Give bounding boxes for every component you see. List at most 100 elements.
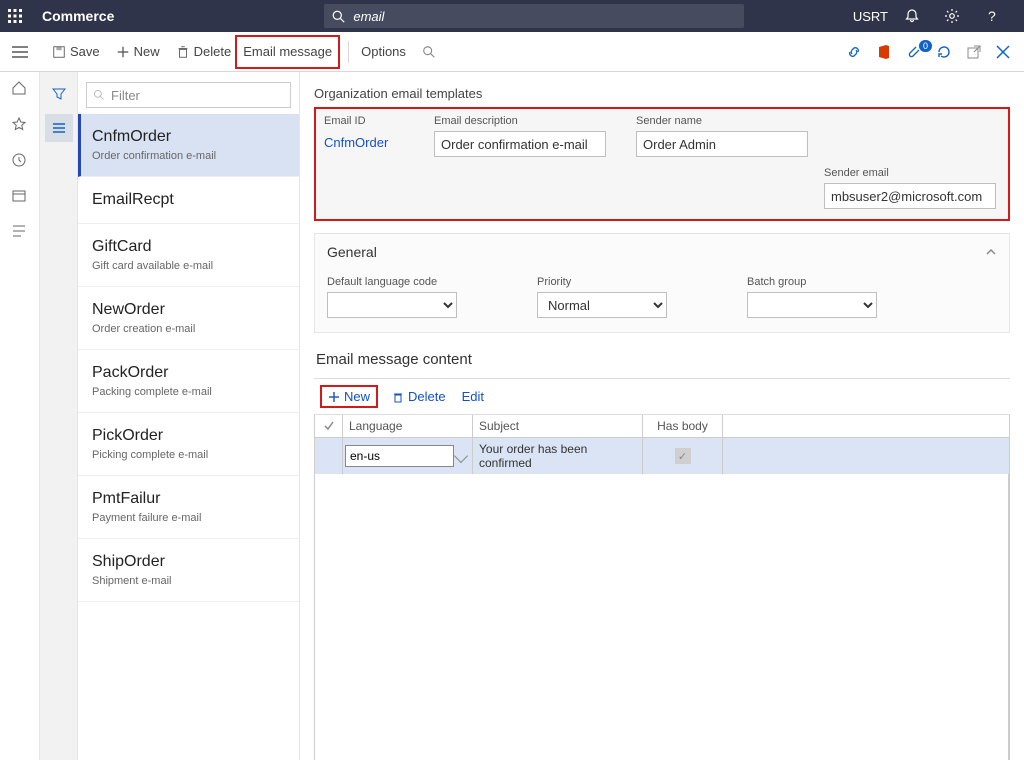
list-item[interactable]: EmailRecpt [78, 177, 299, 224]
star-icon[interactable] [11, 116, 29, 134]
grid-body-empty [315, 474, 1009, 760]
user-code[interactable]: USRT [853, 9, 888, 24]
field-default-language: Default language code [327, 276, 457, 318]
list-item[interactable]: NewOrder Order creation e-mail [78, 287, 299, 350]
workspace-icon[interactable] [11, 188, 29, 206]
funnel-icon[interactable] [45, 80, 73, 108]
svg-text:?: ? [988, 8, 996, 24]
plus-icon [328, 391, 340, 403]
select-all-checkbox[interactable] [315, 415, 343, 437]
link-icon[interactable] [846, 44, 866, 60]
filter-placeholder: Filter [111, 88, 140, 103]
gear-icon[interactable] [944, 8, 968, 24]
list-item-subtitle: Order creation e-mail [92, 323, 287, 335]
home-icon[interactable] [11, 80, 29, 98]
help-icon[interactable]: ? [984, 8, 1008, 24]
col-subject[interactable]: Subject [473, 415, 643, 437]
list-item[interactable]: PmtFailur Payment failure e-mail [78, 476, 299, 539]
refresh-icon[interactable] [936, 44, 956, 60]
field-priority: Priority Normal [537, 276, 667, 318]
batch-group-select[interactable] [747, 292, 877, 318]
subject-cell[interactable]: Your order has been confirmed [473, 438, 643, 474]
grid-delete-button[interactable]: Delete [390, 387, 448, 406]
template-list-panel: Filter CnfmOrderOrder confirmation e-mai… [78, 72, 300, 760]
list-view-icon[interactable] [45, 114, 73, 142]
email-message-button-highlight: Email message [235, 35, 340, 69]
plus-icon [116, 45, 130, 59]
filter-input[interactable]: Filter [86, 82, 291, 108]
list-item[interactable]: ShipOrder Shipment e-mail [78, 539, 299, 602]
popout-icon[interactable] [966, 44, 986, 60]
grid-header: Language Subject Has body [315, 415, 1009, 438]
check-icon: ✓ [675, 448, 691, 464]
left-nav-rail [0, 72, 40, 760]
list-item-title: EmailRecpt [92, 191, 287, 209]
section-general: General Default language code Priority N… [314, 233, 1010, 333]
field-batch-group: Batch group [747, 276, 877, 318]
bell-icon[interactable] [904, 8, 928, 24]
row-checkbox[interactable] [315, 438, 343, 474]
list-item-title: ShipOrder [92, 553, 287, 571]
recent-icon[interactable] [11, 152, 29, 170]
trash-icon [392, 391, 404, 403]
brand-title: Commerce [42, 8, 114, 24]
save-icon [52, 45, 66, 59]
grid-edit-button[interactable]: Edit [460, 387, 486, 406]
list-item-title: PmtFailur [92, 490, 287, 508]
list-item-title: NewOrder [92, 301, 287, 319]
email-description-input[interactable] [434, 131, 606, 157]
search-icon [422, 45, 436, 59]
main-content: Organization email templates Email ID Cn… [300, 72, 1024, 760]
office-icon[interactable] [876, 44, 896, 60]
close-icon[interactable] [996, 45, 1016, 59]
trash-icon [176, 45, 190, 59]
sender-name-input[interactable] [636, 131, 808, 157]
col-hasbody[interactable]: Has body [643, 415, 723, 437]
badge-count: 0 [919, 40, 932, 52]
attachments-icon[interactable]: 0 [906, 44, 926, 60]
field-email-id: Email ID CnfmOrder [324, 115, 404, 157]
separator [348, 41, 349, 63]
chevron-down-icon[interactable] [454, 449, 468, 463]
priority-select[interactable]: Normal [537, 292, 667, 318]
list-item[interactable]: PickOrder Picking complete e-mail [78, 413, 299, 476]
list-item[interactable]: PackOrderPacking complete e-mail [78, 350, 299, 413]
list-item-title: GiftCard [92, 238, 287, 256]
delete-button[interactable]: Delete [168, 32, 240, 71]
find-button[interactable] [414, 32, 444, 71]
grid-new-button[interactable]: New [320, 385, 378, 408]
section-email-content-heading: Email message content [316, 351, 1010, 368]
options-button[interactable]: Options [353, 32, 414, 71]
email-message-button[interactable]: Email message [243, 37, 332, 67]
email-id-link[interactable]: CnfmOrder [324, 131, 404, 154]
list-item[interactable]: CnfmOrderOrder confirmation e-mail [78, 114, 299, 177]
default-language-select[interactable] [327, 292, 457, 318]
sender-email-input[interactable] [824, 183, 996, 209]
list-item-subtitle: Gift card available e-mail [92, 260, 287, 272]
hamburger-icon[interactable] [0, 32, 40, 72]
search-icon [93, 89, 105, 101]
grid-toolbar: New Delete Edit [314, 378, 1010, 415]
language-input[interactable] [345, 445, 454, 467]
list-item-subtitle: Picking complete e-mail [92, 449, 287, 461]
list-item-subtitle: Shipment e-mail [92, 575, 287, 587]
global-search[interactable]: email [324, 4, 744, 28]
section-general-header[interactable]: General [315, 234, 1009, 270]
list-item-subtitle: Payment failure e-mail [92, 512, 287, 524]
save-button[interactable]: Save [44, 32, 108, 71]
list-item-title: PickOrder [92, 427, 287, 445]
grid-row[interactable]: Your order has been confirmed ✓ [315, 438, 1009, 474]
search-text: email [353, 9, 384, 24]
list-item-title: CnfmOrder [92, 128, 287, 146]
chevron-up-icon [985, 246, 997, 258]
field-sender-email: Sender email [824, 167, 996, 209]
hasbody-cell: ✓ [643, 438, 723, 474]
content-grid: Language Subject Has body Your order has… [314, 415, 1010, 760]
list-item[interactable]: GiftCard Gift card available e-mail [78, 224, 299, 287]
header-fields-highlight: Email ID CnfmOrder Email description Sen… [314, 107, 1010, 221]
search-icon [332, 10, 345, 23]
waffle-icon[interactable] [8, 9, 32, 23]
list-icon[interactable] [11, 224, 29, 242]
col-language[interactable]: Language [343, 415, 473, 437]
new-button[interactable]: New [108, 32, 168, 71]
